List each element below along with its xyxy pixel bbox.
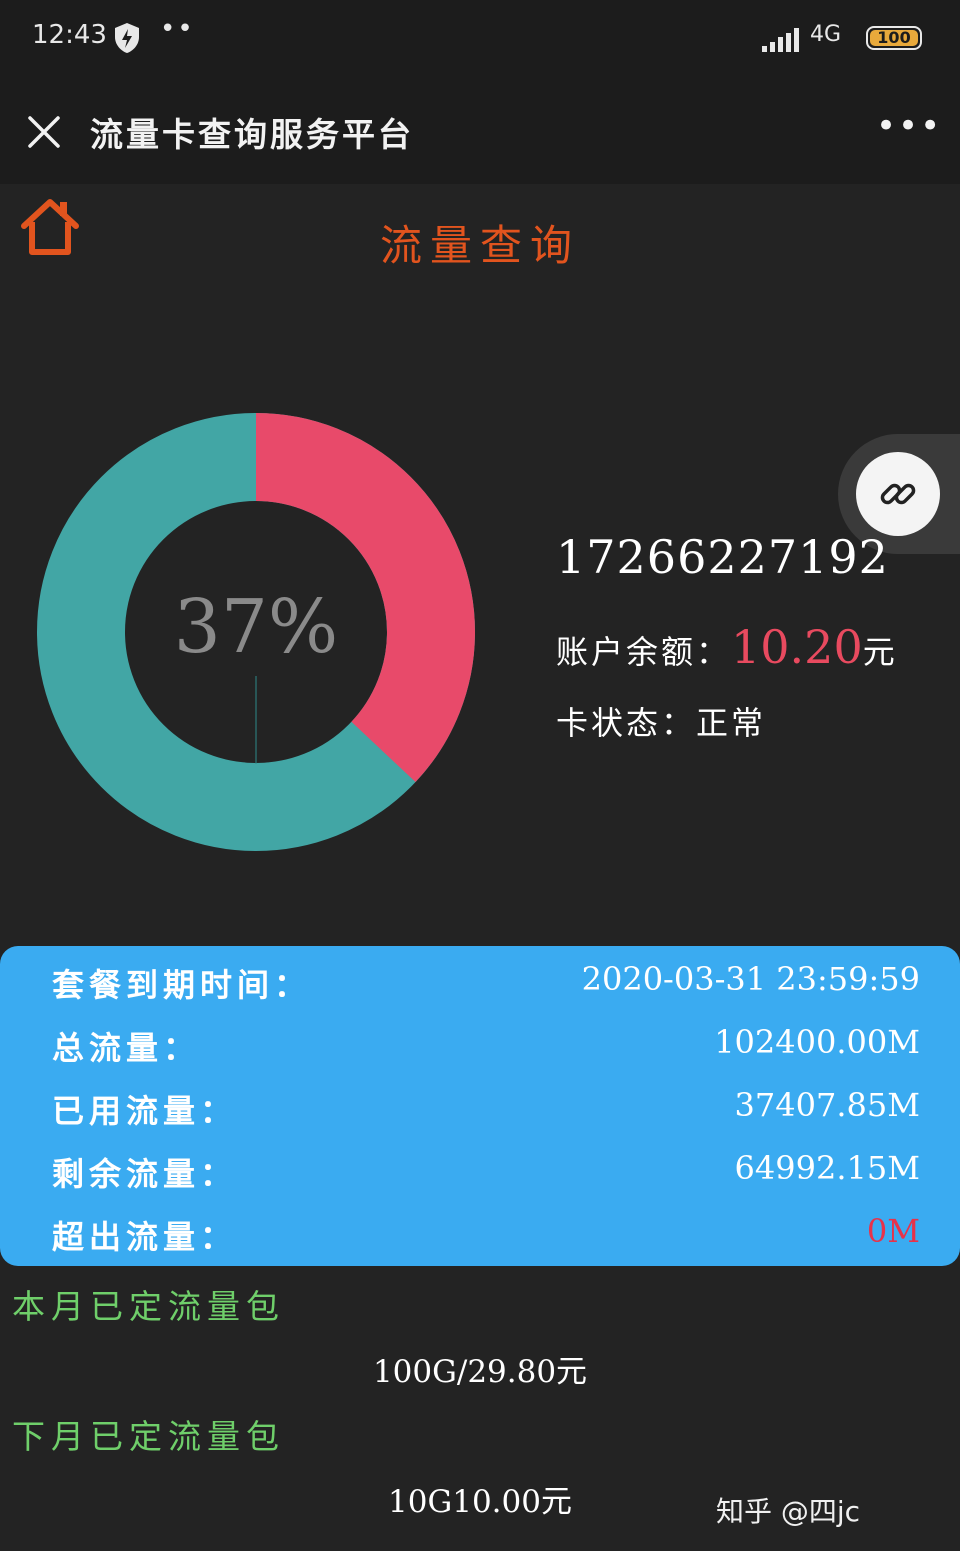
usage-percent-label: 37% bbox=[173, 584, 339, 670]
balance-unit: 元 bbox=[862, 633, 898, 671]
info-label: 剩余流量： bbox=[52, 1155, 238, 1193]
info-value: 102400.00M bbox=[714, 1023, 920, 1061]
status-bar: 12:43 •• 4G 100 bbox=[0, 0, 960, 78]
info-label: 总流量： bbox=[52, 1029, 201, 1067]
link-button[interactable] bbox=[856, 452, 940, 536]
signal-icon bbox=[762, 28, 800, 58]
info-row-total: 总流量： 102400.00M bbox=[52, 1023, 920, 1083]
title-bar: 流量卡查询服务平台 ••• bbox=[0, 78, 960, 184]
info-row-expiry: 套餐到期时间： 2020-03-31 23:59:59 bbox=[52, 960, 920, 1020]
balance-row: 账户余额：10.20元 bbox=[556, 620, 898, 674]
page-title: 流量查询 bbox=[379, 221, 580, 270]
info-label: 套餐到期时间： bbox=[52, 966, 312, 1004]
this-month-package-heading: 本月已定流量包 bbox=[12, 1287, 285, 1326]
card-status-row: 卡状态：正常 bbox=[556, 698, 766, 744]
app-title: 流量卡查询服务平台 bbox=[90, 115, 414, 154]
battery-icon: 100 bbox=[866, 26, 922, 50]
notification-dots: •• bbox=[160, 14, 195, 44]
info-value: 0M bbox=[866, 1212, 920, 1250]
card-status-label: 卡状态： bbox=[556, 704, 697, 742]
info-row-remaining: 剩余流量： 64992.15M bbox=[52, 1149, 920, 1209]
balance-value: 10.20 bbox=[731, 620, 863, 674]
network-type: 4G bbox=[810, 22, 842, 47]
more-menu-button[interactable]: ••• bbox=[876, 106, 942, 146]
info-row-used: 已用流量： 37407.85M bbox=[52, 1086, 920, 1146]
plan-info-card: 套餐到期时间： 2020-03-31 23:59:59 总流量： 102400.… bbox=[0, 946, 960, 1266]
shield-bolt-icon bbox=[113, 22, 141, 58]
battery-level: 100 bbox=[870, 30, 918, 46]
watermark: 知乎 @四jc bbox=[716, 1495, 861, 1528]
next-month-package-heading: 下月已定流量包 bbox=[12, 1417, 285, 1456]
info-value: 2020-03-31 23:59:59 bbox=[581, 960, 920, 998]
status-time: 12:43 bbox=[32, 20, 107, 50]
info-label: 超出流量： bbox=[52, 1218, 238, 1256]
info-value: 64992.15M bbox=[734, 1149, 920, 1187]
card-status-value: 正常 bbox=[696, 704, 767, 742]
close-icon[interactable] bbox=[26, 114, 62, 150]
info-label: 已用流量： bbox=[52, 1092, 238, 1130]
this-month-package-value: 100G/29.80元 bbox=[372, 1354, 588, 1390]
info-value: 37407.85M bbox=[734, 1086, 920, 1124]
balance-label: 账户余额： bbox=[556, 633, 732, 671]
phone-number: 17266227192 bbox=[556, 530, 889, 584]
info-row-overage: 超出流量： 0M bbox=[52, 1212, 920, 1272]
